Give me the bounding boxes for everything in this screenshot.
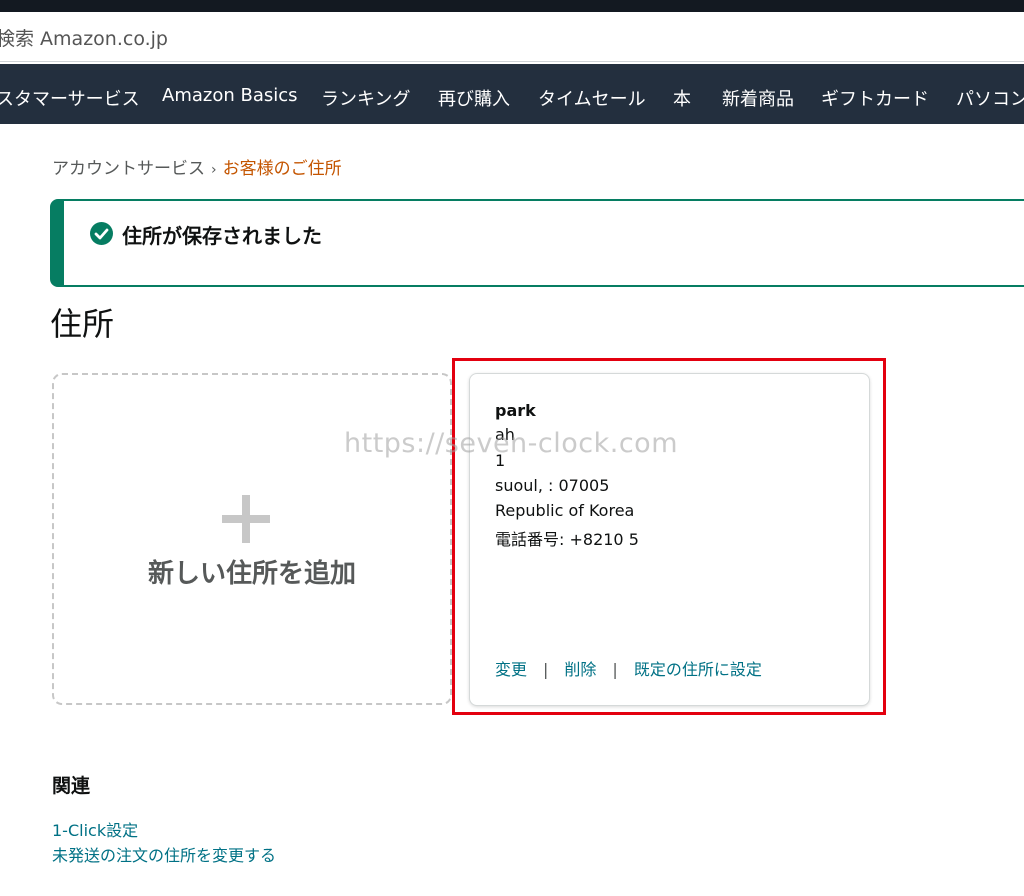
check-circle-icon — [90, 222, 113, 245]
breadcrumb-account-service[interactable]: アカウントサービス — [52, 159, 205, 179]
nav-item-ranking[interactable]: ランキング — [321, 85, 410, 111]
related-link-1-click[interactable]: 1-Click設定 — [52, 817, 138, 841]
related-title: 関連 — [52, 775, 91, 797]
add-address-label: 新しい住所を追加 — [147, 559, 356, 589]
add-address-button[interactable]: 新しい住所を追加 — [52, 373, 452, 705]
breadcrumb-separator-icon: › — [211, 162, 217, 178]
alert-message: 住所が保存されました — [122, 224, 322, 248]
nav-item-books[interactable]: 本 — [673, 85, 691, 111]
breadcrumb-current: お客様のご住所 — [222, 159, 342, 179]
page-title: 住所 — [50, 305, 115, 343]
nav-item-computers[interactable]: パソコン — [956, 85, 1024, 111]
highlight-box — [452, 358, 886, 715]
nav-item-gift-cards[interactable]: ギフトカード — [821, 85, 929, 111]
nav-item-new-releases[interactable]: 新着商品 — [722, 85, 794, 111]
success-alert: 住所が保存されました — [50, 199, 1024, 287]
nav-item-customer-service[interactable]: カスタマーサービス — [0, 85, 140, 111]
related-link-change-address[interactable]: 未発送の注文の住所を変更する — [52, 842, 276, 866]
nav-item-amazon-basics[interactable]: Amazon Basics — [162, 85, 298, 106]
browser-top-strip — [0, 0, 1024, 12]
nav-bar: カスタマーサービス Amazon Basics ランキング 再び購入 タイムセー… — [0, 64, 1024, 124]
search-placeholder: 検索 Amazon.co.jp — [0, 28, 168, 50]
search-bar[interactable]: 検索 Amazon.co.jp — [0, 12, 1024, 62]
plus-icon — [222, 495, 270, 543]
nav-item-time-sale[interactable]: タイムセール — [538, 85, 646, 111]
watermark: https://seven-clock.com — [344, 428, 678, 459]
breadcrumb: アカウントサービス › お客様のご住所 — [52, 154, 342, 179]
nav-item-buy-again[interactable]: 再び購入 — [438, 85, 510, 111]
